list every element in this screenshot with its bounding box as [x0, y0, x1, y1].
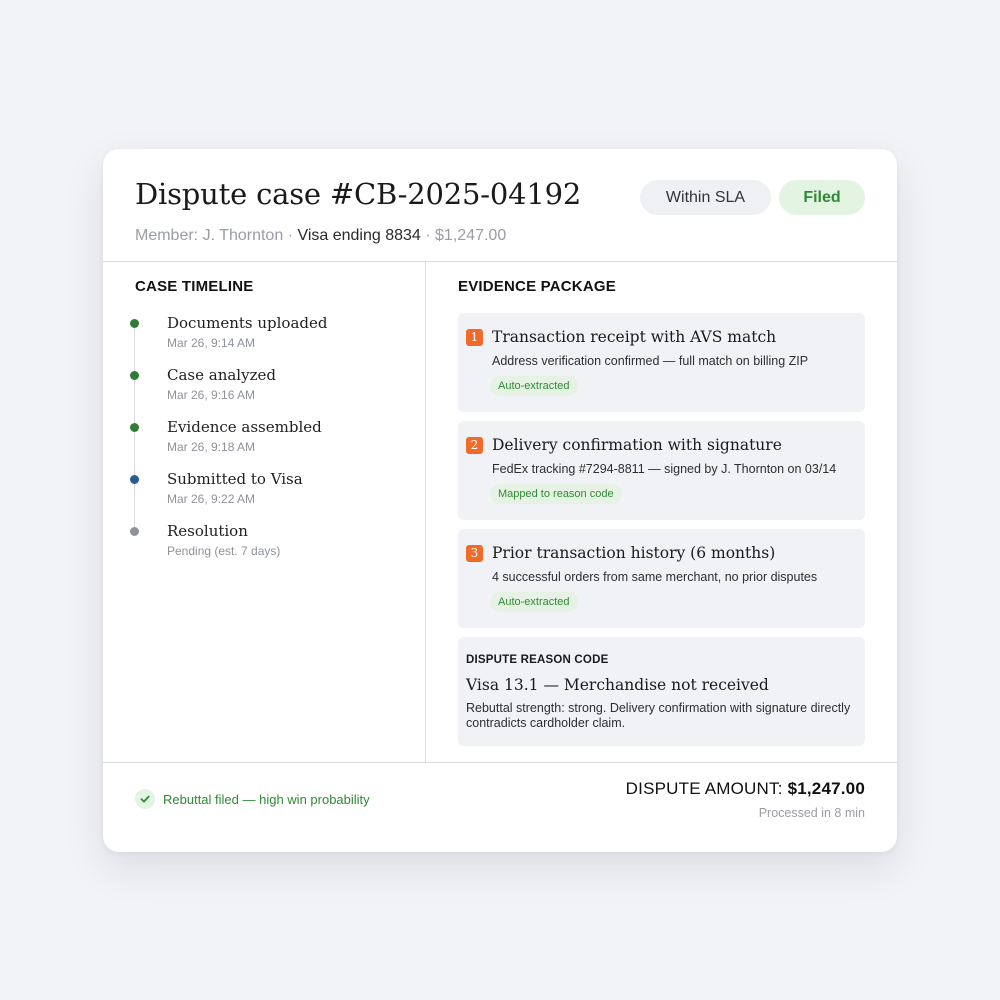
- reason-code-card: DISPUTE REASON CODE Visa 13.1 — Merchand…: [458, 637, 865, 746]
- evidence-heading: EVIDENCE PACKAGE: [458, 278, 616, 295]
- evidence-title: Delivery confirmation with signature: [492, 436, 782, 454]
- timeline-item-label: Case analyzed: [167, 366, 276, 384]
- processed-time: Processed in 8 min: [758, 806, 865, 820]
- timeline-item-time: Mar 26, 9:16 AM: [167, 388, 256, 402]
- timeline-dot-done: [130, 319, 139, 328]
- timeline-heading: CASE TIMELINE: [135, 278, 254, 295]
- evidence-item[interactable]: 1 Transaction receipt with AVS match Add…: [458, 313, 865, 412]
- dispute-amount: DISPUTE AMOUNT: $1,247.00: [626, 779, 865, 799]
- evidence-number-badge: 1: [466, 329, 483, 346]
- case-header: Dispute case #CB-2025-04192 Member: J. T…: [103, 149, 897, 262]
- evidence-tag: Mapped to reason code: [490, 484, 622, 504]
- timeline-dot-pending: [130, 527, 139, 536]
- evidence-number-badge: 3: [466, 545, 483, 562]
- timeline-dot-done: [130, 371, 139, 380]
- separator: ·: [283, 227, 298, 244]
- evidence-description: 4 successful orders from same merchant, …: [492, 570, 818, 584]
- dispute-amount-value: $1,247.00: [787, 779, 865, 798]
- evidence-tag: Auto-extracted: [490, 376, 578, 396]
- reason-code-title: Visa 13.1 — Merchandise not received: [466, 676, 769, 694]
- evidence-title: Transaction receipt with AVS match: [492, 328, 777, 346]
- member-name: Member: J. Thornton: [135, 227, 284, 244]
- case-footer: Rebuttal filed — high win probability DI…: [103, 762, 897, 852]
- case-subtitle: Member: J. Thornton · Visa ending 8834 ·…: [135, 227, 506, 245]
- evidence-title: Prior transaction history (6 months): [492, 544, 776, 562]
- timeline-item-time: Mar 26, 9:18 AM: [167, 440, 256, 454]
- check-icon: [135, 789, 155, 809]
- timeline-item: Resolution Pending (est. 7 days): [103, 522, 423, 562]
- evidence-tag: Auto-extracted: [490, 592, 578, 612]
- timeline-item-time: Mar 26, 9:22 AM: [167, 492, 256, 506]
- timeline-item-label: Evidence assembled: [167, 418, 322, 436]
- column-divider: [425, 261, 426, 762]
- page-title: Dispute case #CB-2025-04192: [135, 177, 582, 211]
- timeline-item: Submitted to Visa Mar 26, 9:22 AM: [103, 470, 423, 510]
- timeline-dot-done: [130, 423, 139, 432]
- evidence-number-badge: 2: [466, 437, 483, 454]
- evidence-item[interactable]: 2 Delivery confirmation with signature F…: [458, 421, 865, 520]
- evidence-description: Address verification confirmed — full ma…: [492, 354, 809, 368]
- header-amount: $1,247.00: [435, 227, 507, 244]
- status-badge: Filed: [779, 180, 865, 215]
- card-info: Visa ending 8834: [297, 227, 421, 244]
- reason-code-text: Rebuttal strength: strong. Delivery conf…: [466, 701, 851, 730]
- timeline-dot-current: [130, 475, 139, 484]
- rebuttal-status: Rebuttal filed — high win probability: [163, 792, 370, 807]
- dispute-amount-label: DISPUTE AMOUNT:: [625, 779, 788, 798]
- separator: ·: [420, 227, 436, 244]
- timeline-item-label: Documents uploaded: [167, 314, 328, 332]
- timeline-item-label: Submitted to Visa: [167, 470, 303, 488]
- timeline-item: Case analyzed Mar 26, 9:16 AM: [103, 366, 423, 406]
- timeline-item: Evidence assembled Mar 26, 9:18 AM: [103, 418, 423, 458]
- timeline-item-label: Resolution: [167, 522, 248, 540]
- dispute-case-card: Dispute case #CB-2025-04192 Member: J. T…: [103, 149, 897, 852]
- evidence-description: FedEx tracking #7294-8811 — signed by J.…: [492, 462, 837, 476]
- sla-badge: Within SLA: [640, 180, 771, 215]
- reason-code-label: DISPUTE REASON CODE: [466, 654, 609, 666]
- timeline-item-time: Mar 26, 9:14 AM: [167, 336, 256, 350]
- evidence-item[interactable]: 3 Prior transaction history (6 months) 4…: [458, 529, 865, 628]
- timeline-item: Documents uploaded Mar 26, 9:14 AM: [103, 314, 423, 354]
- timeline-item-time: Pending (est. 7 days): [167, 544, 281, 558]
